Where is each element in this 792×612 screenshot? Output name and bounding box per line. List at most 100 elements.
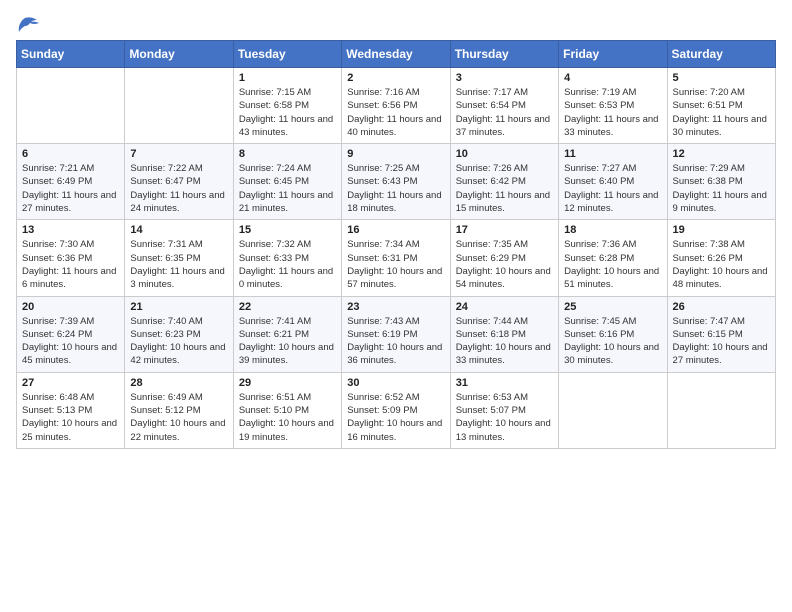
column-header-thursday: Thursday	[450, 41, 558, 68]
logo	[16, 16, 39, 32]
day-detail: Sunrise: 7:36 AMSunset: 6:28 PMDaylight:…	[564, 238, 661, 291]
day-detail: Sunrise: 7:25 AMSunset: 6:43 PMDaylight:…	[347, 162, 444, 215]
day-number: 8	[239, 148, 336, 160]
calendar-cell: 4 Sunrise: 7:19 AMSunset: 6:53 PMDaylight…	[559, 68, 667, 144]
day-number: 18	[564, 224, 661, 236]
calendar-week-row: 6Sunrise: 7:21 AMSunset: 6:49 PMDaylight…	[17, 144, 776, 220]
calendar-cell: 10Sunrise: 7:26 AMSunset: 6:42 PMDayligh…	[450, 144, 558, 220]
calendar-cell: 24 Sunrise: 7:44 AMSunset: 6:18 PMDayligh…	[450, 296, 558, 372]
calendar-cell: 6Sunrise: 7:21 AMSunset: 6:49 PMDaylight…	[17, 144, 125, 220]
day-detail: Sunrise: 7:24 AMSunset: 6:45 PMDaylight:…	[239, 162, 336, 215]
calendar-cell: 13 Sunrise: 7:30 AMSunset: 6:36 PMDayligh…	[17, 220, 125, 296]
day-detail: Sunrise: 7:44 AMSunset: 6:18 PMDaylight:…	[456, 315, 553, 368]
calendar-cell: 18 Sunrise: 7:36 AMSunset: 6:28 PMDayligh…	[559, 220, 667, 296]
calendar-cell: 31 Sunrise: 6:53 AMSunset: 5:07 PMDayligh…	[450, 372, 558, 448]
day-detail: Sunrise: 7:45 AMSunset: 6:16 PMDaylight:…	[564, 315, 661, 368]
calendar-cell: 20 Sunrise: 7:39 AMSunset: 6:24 PMDayligh…	[17, 296, 125, 372]
calendar-week-row: 27 Sunrise: 6:48 AMSunset: 5:13 PMDayligh…	[17, 372, 776, 448]
day-number: 7	[130, 148, 227, 160]
calendar-cell: 7Sunrise: 7:22 AMSunset: 6:47 PMDaylight…	[125, 144, 233, 220]
day-number: 28	[130, 377, 227, 389]
calendar-cell: 26 Sunrise: 7:47 AMSunset: 6:15 PMDayligh…	[667, 296, 775, 372]
day-number: 26	[673, 301, 770, 313]
calendar-cell: 30 Sunrise: 6:52 AMSunset: 5:09 PMDayligh…	[342, 372, 450, 448]
day-detail: Sunrise: 7:32 AMSunset: 6:33 PMDaylight:…	[239, 238, 336, 291]
day-detail: Sunrise: 7:26 AMSunset: 6:42 PMDaylight:…	[456, 162, 553, 215]
calendar-cell	[125, 68, 233, 144]
day-detail: Sunrise: 7:30 AMSunset: 6:36 PMDaylight:…	[22, 238, 119, 291]
logo-bird-icon	[17, 16, 39, 34]
calendar-week-row: 1 Sunrise: 7:15 AMSunset: 6:58 PMDaylight…	[17, 68, 776, 144]
day-detail: Sunrise: 7:19 AMSunset: 6:53 PMDaylight:…	[564, 86, 661, 139]
day-detail: Sunrise: 7:43 AMSunset: 6:19 PMDaylight:…	[347, 315, 444, 368]
column-header-monday: Monday	[125, 41, 233, 68]
calendar-cell: 14Sunrise: 7:31 AMSunset: 6:35 PMDayligh…	[125, 220, 233, 296]
day-number: 24	[456, 301, 553, 313]
day-number: 6	[22, 148, 119, 160]
day-number: 21	[130, 301, 227, 313]
calendar-cell: 17 Sunrise: 7:35 AMSunset: 6:29 PMDayligh…	[450, 220, 558, 296]
calendar-cell: 29 Sunrise: 6:51 AMSunset: 5:10 PMDayligh…	[233, 372, 341, 448]
day-number: 3	[456, 72, 553, 84]
column-header-friday: Friday	[559, 41, 667, 68]
day-number: 22	[239, 301, 336, 313]
calendar-cell: 2 Sunrise: 7:16 AMSunset: 6:56 PMDaylight…	[342, 68, 450, 144]
calendar-cell	[559, 372, 667, 448]
day-detail: Sunrise: 6:48 AMSunset: 5:13 PMDaylight:…	[22, 391, 119, 444]
calendar-table: SundayMondayTuesdayWednesdayThursdayFrid…	[16, 40, 776, 449]
calendar-cell: 12 Sunrise: 7:29 AMSunset: 6:38 PMDayligh…	[667, 144, 775, 220]
day-detail: Sunrise: 7:27 AMSunset: 6:40 PMDaylight:…	[564, 162, 661, 215]
day-number: 17	[456, 224, 553, 236]
calendar-cell: 9Sunrise: 7:25 AMSunset: 6:43 PMDaylight…	[342, 144, 450, 220]
page-header	[16, 16, 776, 32]
column-header-tuesday: Tuesday	[233, 41, 341, 68]
day-number: 4	[564, 72, 661, 84]
column-header-sunday: Sunday	[17, 41, 125, 68]
day-number: 30	[347, 377, 444, 389]
day-detail: Sunrise: 7:15 AMSunset: 6:58 PMDaylight:…	[239, 86, 336, 139]
calendar-cell: 5Sunrise: 7:20 AMSunset: 6:51 PMDaylight…	[667, 68, 775, 144]
day-number: 25	[564, 301, 661, 313]
column-header-saturday: Saturday	[667, 41, 775, 68]
day-number: 11	[564, 148, 661, 160]
day-number: 12	[673, 148, 770, 160]
day-detail: Sunrise: 7:34 AMSunset: 6:31 PMDaylight:…	[347, 238, 444, 291]
day-detail: Sunrise: 6:53 AMSunset: 5:07 PMDaylight:…	[456, 391, 553, 444]
calendar-cell: 22 Sunrise: 7:41 AMSunset: 6:21 PMDayligh…	[233, 296, 341, 372]
day-detail: Sunrise: 7:38 AMSunset: 6:26 PMDaylight:…	[673, 238, 770, 291]
day-detail: Sunrise: 7:47 AMSunset: 6:15 PMDaylight:…	[673, 315, 770, 368]
calendar-cell	[667, 372, 775, 448]
day-detail: Sunrise: 7:31 AMSunset: 6:35 PMDaylight:…	[130, 238, 227, 291]
day-detail: Sunrise: 7:41 AMSunset: 6:21 PMDaylight:…	[239, 315, 336, 368]
calendar-cell: 25 Sunrise: 7:45 AMSunset: 6:16 PMDayligh…	[559, 296, 667, 372]
calendar-cell: 28Sunrise: 6:49 AMSunset: 5:12 PMDayligh…	[125, 372, 233, 448]
day-detail: Sunrise: 7:16 AMSunset: 6:56 PMDaylight:…	[347, 86, 444, 139]
day-number: 19	[673, 224, 770, 236]
day-detail: Sunrise: 6:51 AMSunset: 5:10 PMDaylight:…	[239, 391, 336, 444]
day-number: 5	[673, 72, 770, 84]
day-number: 23	[347, 301, 444, 313]
day-number: 31	[456, 377, 553, 389]
calendar-week-row: 13 Sunrise: 7:30 AMSunset: 6:36 PMDayligh…	[17, 220, 776, 296]
calendar-cell: 23 Sunrise: 7:43 AMSunset: 6:19 PMDayligh…	[342, 296, 450, 372]
calendar-cell: 1 Sunrise: 7:15 AMSunset: 6:58 PMDaylight…	[233, 68, 341, 144]
day-number: 13	[22, 224, 119, 236]
calendar-cell: 19 Sunrise: 7:38 AMSunset: 6:26 PMDayligh…	[667, 220, 775, 296]
calendar-cell: 27 Sunrise: 6:48 AMSunset: 5:13 PMDayligh…	[17, 372, 125, 448]
day-number: 27	[22, 377, 119, 389]
day-detail: Sunrise: 6:52 AMSunset: 5:09 PMDaylight:…	[347, 391, 444, 444]
day-number: 29	[239, 377, 336, 389]
day-number: 16	[347, 224, 444, 236]
calendar-cell: 3 Sunrise: 7:17 AMSunset: 6:54 PMDaylight…	[450, 68, 558, 144]
column-header-wednesday: Wednesday	[342, 41, 450, 68]
day-detail: Sunrise: 7:39 AMSunset: 6:24 PMDaylight:…	[22, 315, 119, 368]
day-number: 20	[22, 301, 119, 313]
day-number: 1	[239, 72, 336, 84]
day-detail: Sunrise: 7:35 AMSunset: 6:29 PMDaylight:…	[456, 238, 553, 291]
calendar-cell: 16 Sunrise: 7:34 AMSunset: 6:31 PMDayligh…	[342, 220, 450, 296]
calendar-cell: 15 Sunrise: 7:32 AMSunset: 6:33 PMDayligh…	[233, 220, 341, 296]
day-detail: Sunrise: 7:29 AMSunset: 6:38 PMDaylight:…	[673, 162, 770, 215]
day-number: 2	[347, 72, 444, 84]
day-detail: Sunrise: 7:17 AMSunset: 6:54 PMDaylight:…	[456, 86, 553, 139]
day-number: 15	[239, 224, 336, 236]
